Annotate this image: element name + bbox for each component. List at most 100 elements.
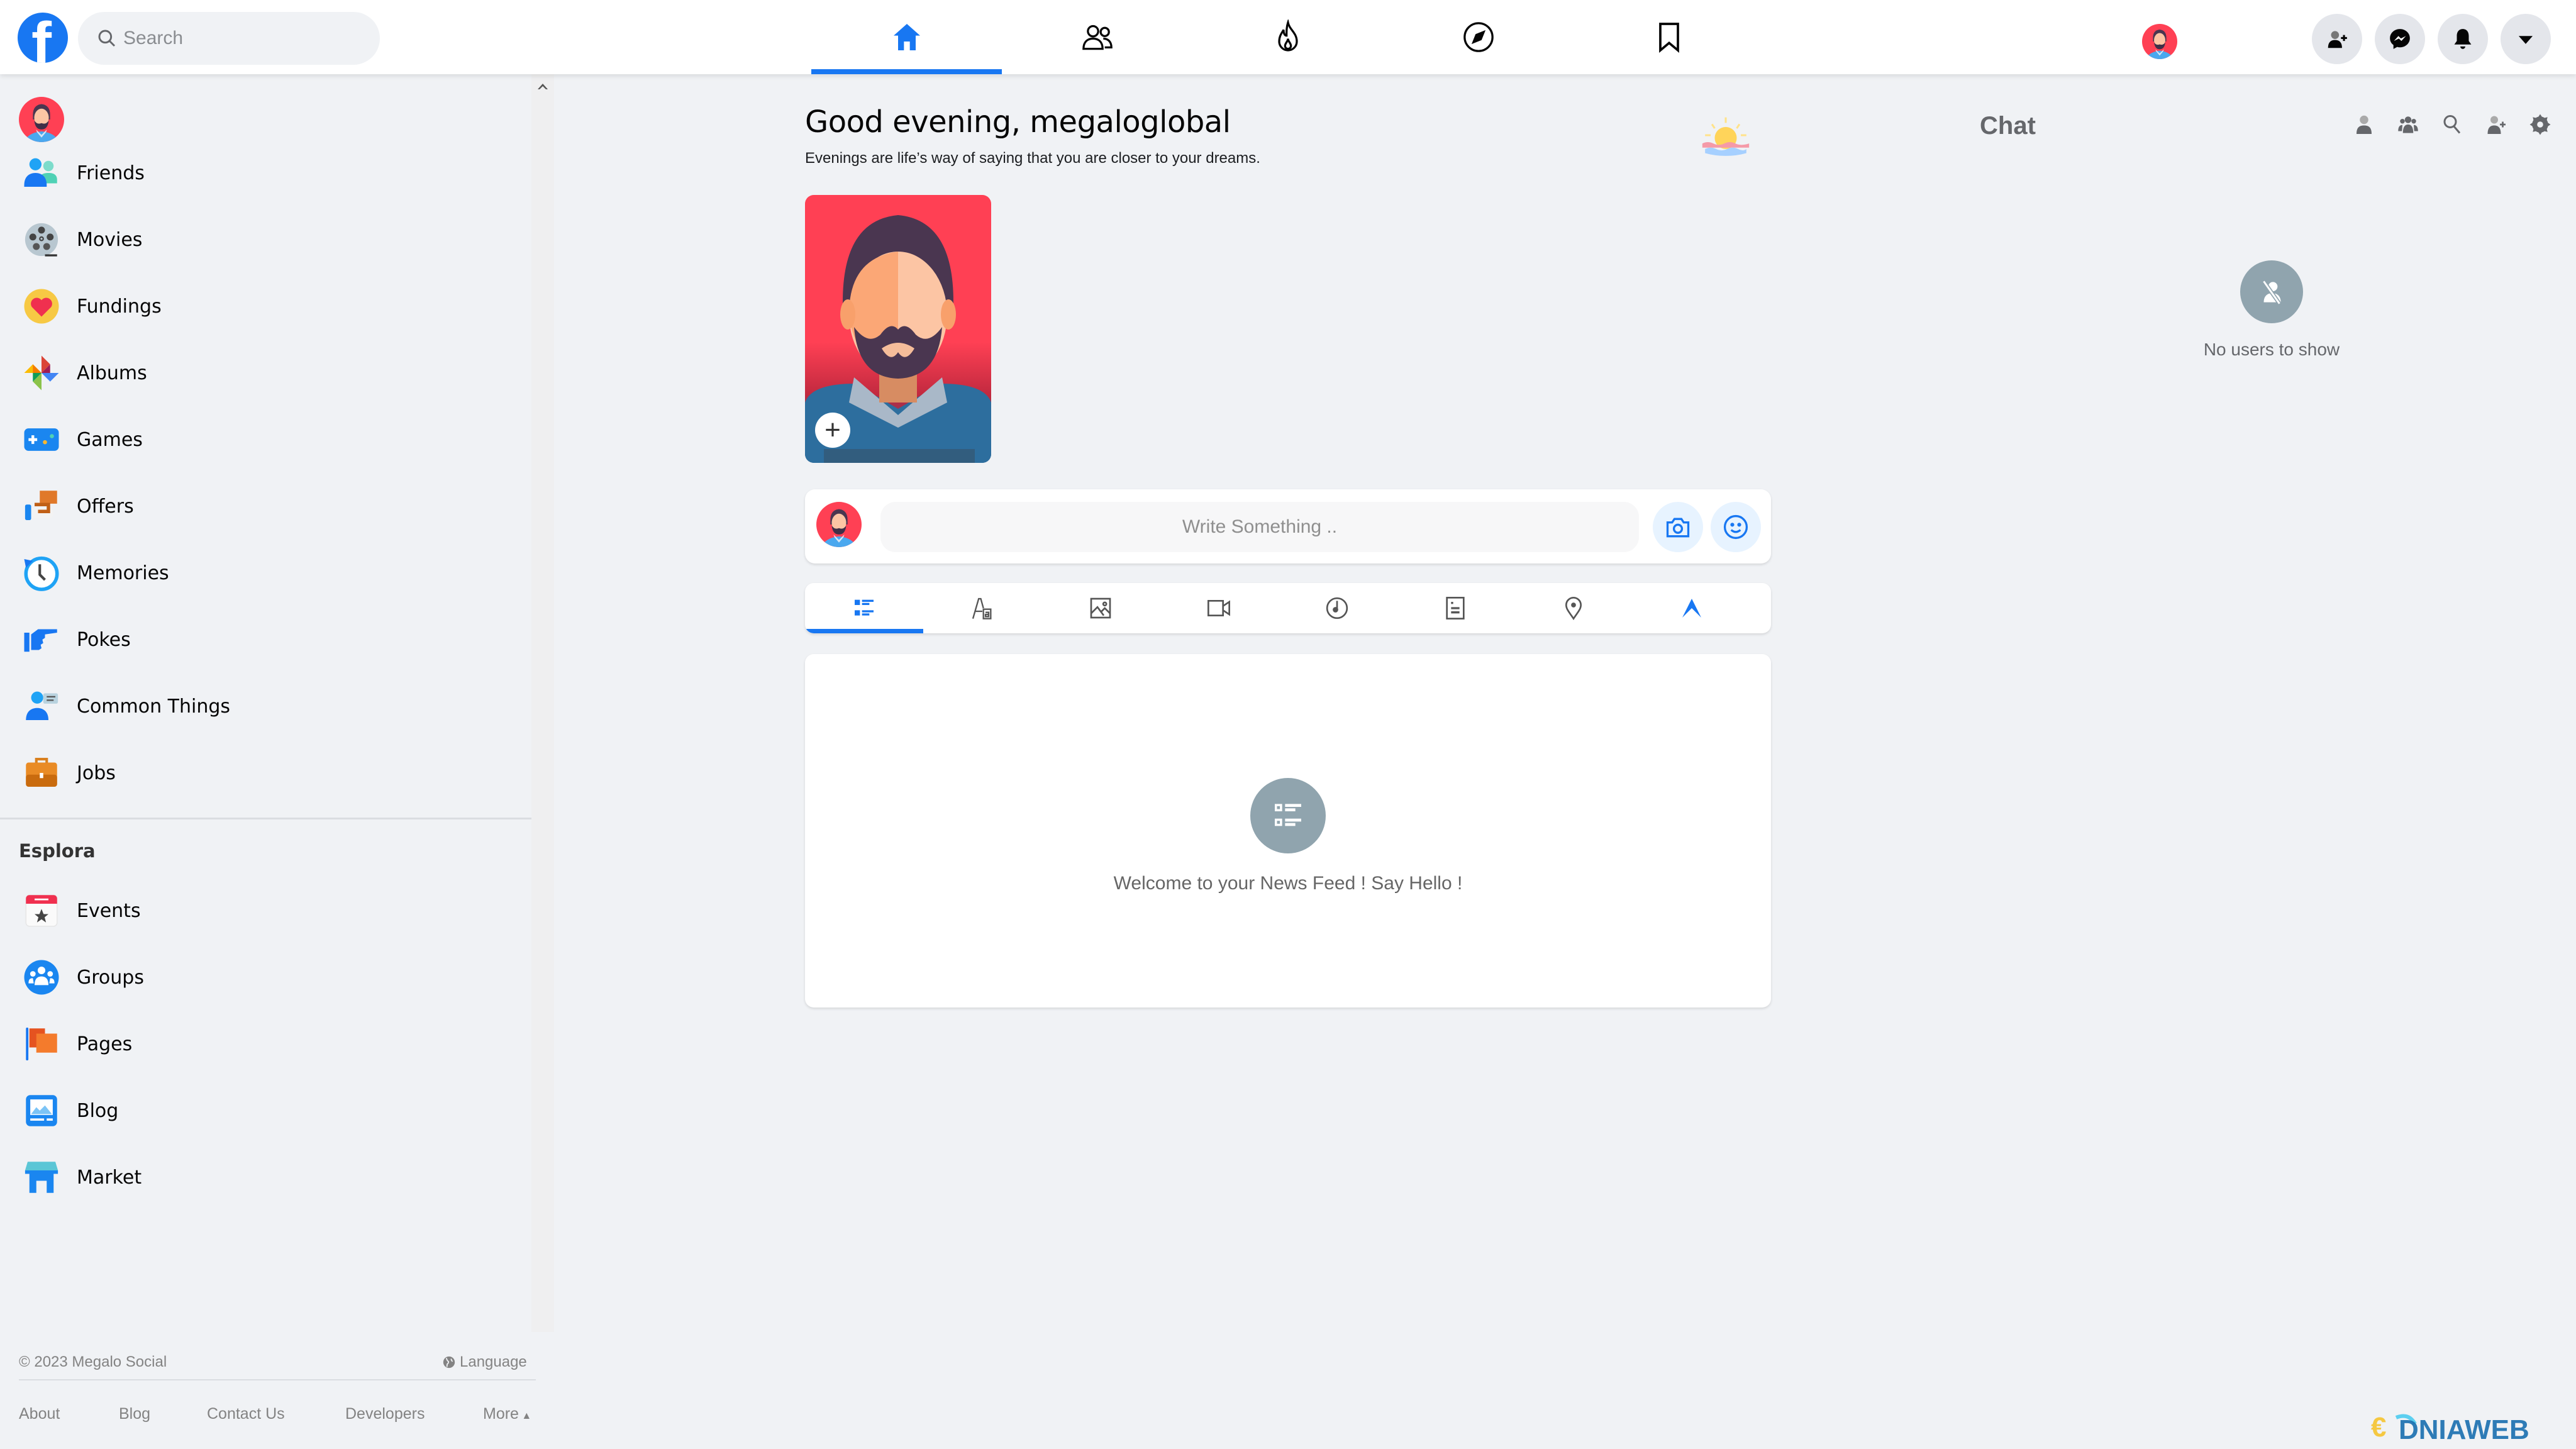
- chat-toolbar: [2352, 112, 2552, 137]
- sidebar-item-market[interactable]: Market: [19, 1149, 509, 1206]
- add-photo-button[interactable]: [1653, 502, 1703, 552]
- nav-tab-home[interactable]: [811, 0, 1002, 74]
- users-icon: [2398, 116, 2418, 133]
- nav-tab-saved[interactable]: [1574, 0, 1764, 74]
- pointing-hand-icon: [19, 617, 64, 662]
- sidebar-item-offers[interactable]: Offers: [19, 478, 509, 535]
- person-chat-icon: [19, 684, 64, 729]
- feed-tab-text[interactable]: [923, 583, 1041, 633]
- footer-link-more[interactable]: More ▲: [483, 1405, 531, 1423]
- search-input[interactable]: [123, 12, 369, 65]
- user-slash-icon: [2262, 280, 2282, 305]
- sidebar-item-friends[interactable]: Friends: [19, 145, 509, 201]
- chat-search-button[interactable]: [2440, 112, 2464, 137]
- feed-tab-top[interactable]: [1633, 583, 1751, 633]
- search-icon: [98, 30, 116, 47]
- post-composer: [805, 489, 1771, 564]
- nav-tab-trending[interactable]: [1192, 0, 1383, 74]
- camera-icon: [1666, 518, 1690, 538]
- add-story-button[interactable]: +: [815, 413, 850, 448]
- list-icon: [1275, 804, 1301, 826]
- user-avatar[interactable]: [2142, 24, 2177, 59]
- footer-link-contact[interactable]: Contact Us: [207, 1405, 285, 1423]
- smiley-icon: [1723, 514, 1748, 540]
- list-icon: [855, 599, 874, 616]
- storefront-icon: [19, 1155, 64, 1200]
- feed-tab-music[interactable]: [1278, 583, 1396, 633]
- sidebar-scrollbar[interactable]: [531, 74, 554, 1332]
- notifications-button[interactable]: [2438, 14, 2488, 64]
- section-title-explore: Esplora: [19, 840, 96, 862]
- feed-tab-places[interactable]: [1514, 583, 1633, 633]
- sidebar-item-games[interactable]: Games: [19, 411, 509, 468]
- chat-user-button[interactable]: [2352, 112, 2376, 137]
- flame-icon: [1277, 19, 1298, 52]
- facebook-logo[interactable]: f: [18, 13, 68, 63]
- compass-icon: [1463, 22, 1494, 52]
- write-something-input[interactable]: [880, 502, 1639, 552]
- footer-link-about[interactable]: About: [19, 1405, 60, 1423]
- greeting-title: Good evening, megaloglobal: [805, 104, 1231, 140]
- sidebar-item-pokes[interactable]: Pokes: [19, 611, 509, 668]
- feed-tab-all[interactable]: [805, 583, 923, 633]
- feed-tab-photos[interactable]: [1041, 583, 1160, 633]
- sidebar-item-movies[interactable]: Movies: [19, 211, 509, 268]
- svg-text:DNIAWEB: DNIAWEB: [2399, 1414, 2529, 1445]
- sidebar-item-pages[interactable]: Pages: [19, 1016, 509, 1072]
- image-icon: [1090, 597, 1111, 619]
- blog-icon: [19, 1088, 64, 1133]
- chat-add-user-button[interactable]: [2484, 112, 2508, 137]
- video-icon: [1208, 600, 1230, 616]
- sidebar-item-albums[interactable]: Albums: [19, 345, 509, 401]
- bookmark-icon: [1658, 23, 1679, 53]
- heart-icon: [19, 284, 64, 329]
- chat-settings-button[interactable]: [2528, 112, 2552, 137]
- sidebar-item-common-things[interactable]: Common Things: [19, 678, 509, 735]
- no-users-badge: [2240, 260, 2303, 323]
- feed-tab-files[interactable]: [1396, 583, 1514, 633]
- plus-icon: +: [824, 414, 841, 445]
- gear-icon: [2529, 114, 2551, 135]
- sidebar-item-groups[interactable]: Groups: [19, 949, 509, 1006]
- globe-icon: [443, 1356, 455, 1368]
- account-menu-button[interactable]: [2501, 14, 2551, 64]
- greeting-subtitle: Evenings are life’s way of saying that y…: [805, 150, 1260, 167]
- friends-icon: [1082, 25, 1113, 50]
- composer-avatar: [816, 502, 862, 547]
- chat-title: Chat: [1980, 112, 2036, 140]
- feed-tab-videos[interactable]: [1160, 583, 1278, 633]
- text-format-icon: [972, 597, 992, 619]
- story-card[interactable]: +: [805, 195, 991, 463]
- home-icon: [893, 24, 920, 50]
- empty-feed-badge: [1250, 778, 1326, 853]
- chat-groups-button[interactable]: [2396, 112, 2420, 137]
- footer-link-developers[interactable]: Developers: [345, 1405, 425, 1423]
- language-link[interactable]: Language: [442, 1353, 527, 1371]
- film-reel-icon: [19, 217, 64, 262]
- top-header: f: [0, 0, 2576, 74]
- flag-icon: [19, 1021, 64, 1067]
- map-pin-icon: [1565, 597, 1582, 621]
- search-box[interactable]: [78, 12, 380, 65]
- sidebar-item-jobs[interactable]: Jobs: [19, 745, 509, 801]
- sidebar-item-blog[interactable]: Blog: [19, 1082, 509, 1139]
- sidebar-item-events[interactable]: Events: [19, 882, 509, 939]
- user-icon: [2357, 115, 2372, 134]
- nav-tab-explore[interactable]: [1383, 0, 1574, 74]
- sidebar-item-memories[interactable]: Memories: [19, 545, 509, 601]
- sidebar-divider: [0, 818, 533, 819]
- sidebar-profile-avatar[interactable]: [19, 97, 64, 142]
- gamepad-icon: [19, 417, 64, 462]
- add-emoji-button[interactable]: [1711, 502, 1761, 552]
- pinwheel-icon: [19, 350, 64, 396]
- left-sidebar: Friends Movies Fundings Albums Games Off…: [0, 74, 536, 1449]
- caret-down-icon: [2518, 36, 2533, 44]
- messenger-button[interactable]: [2375, 14, 2425, 64]
- sidebar-item-fundings[interactable]: Fundings: [19, 278, 509, 335]
- news-feed: Welcome to your News Feed ! Say Hello !: [805, 654, 1771, 1008]
- scroll-up-icon[interactable]: [535, 79, 550, 94]
- add-friend-button[interactable]: [2312, 14, 2362, 64]
- nav-tab-friends[interactable]: [1002, 0, 1192, 74]
- footer-link-blog[interactable]: Blog: [119, 1405, 150, 1423]
- copyright-text: © 2023 Megalo Social: [19, 1353, 167, 1370]
